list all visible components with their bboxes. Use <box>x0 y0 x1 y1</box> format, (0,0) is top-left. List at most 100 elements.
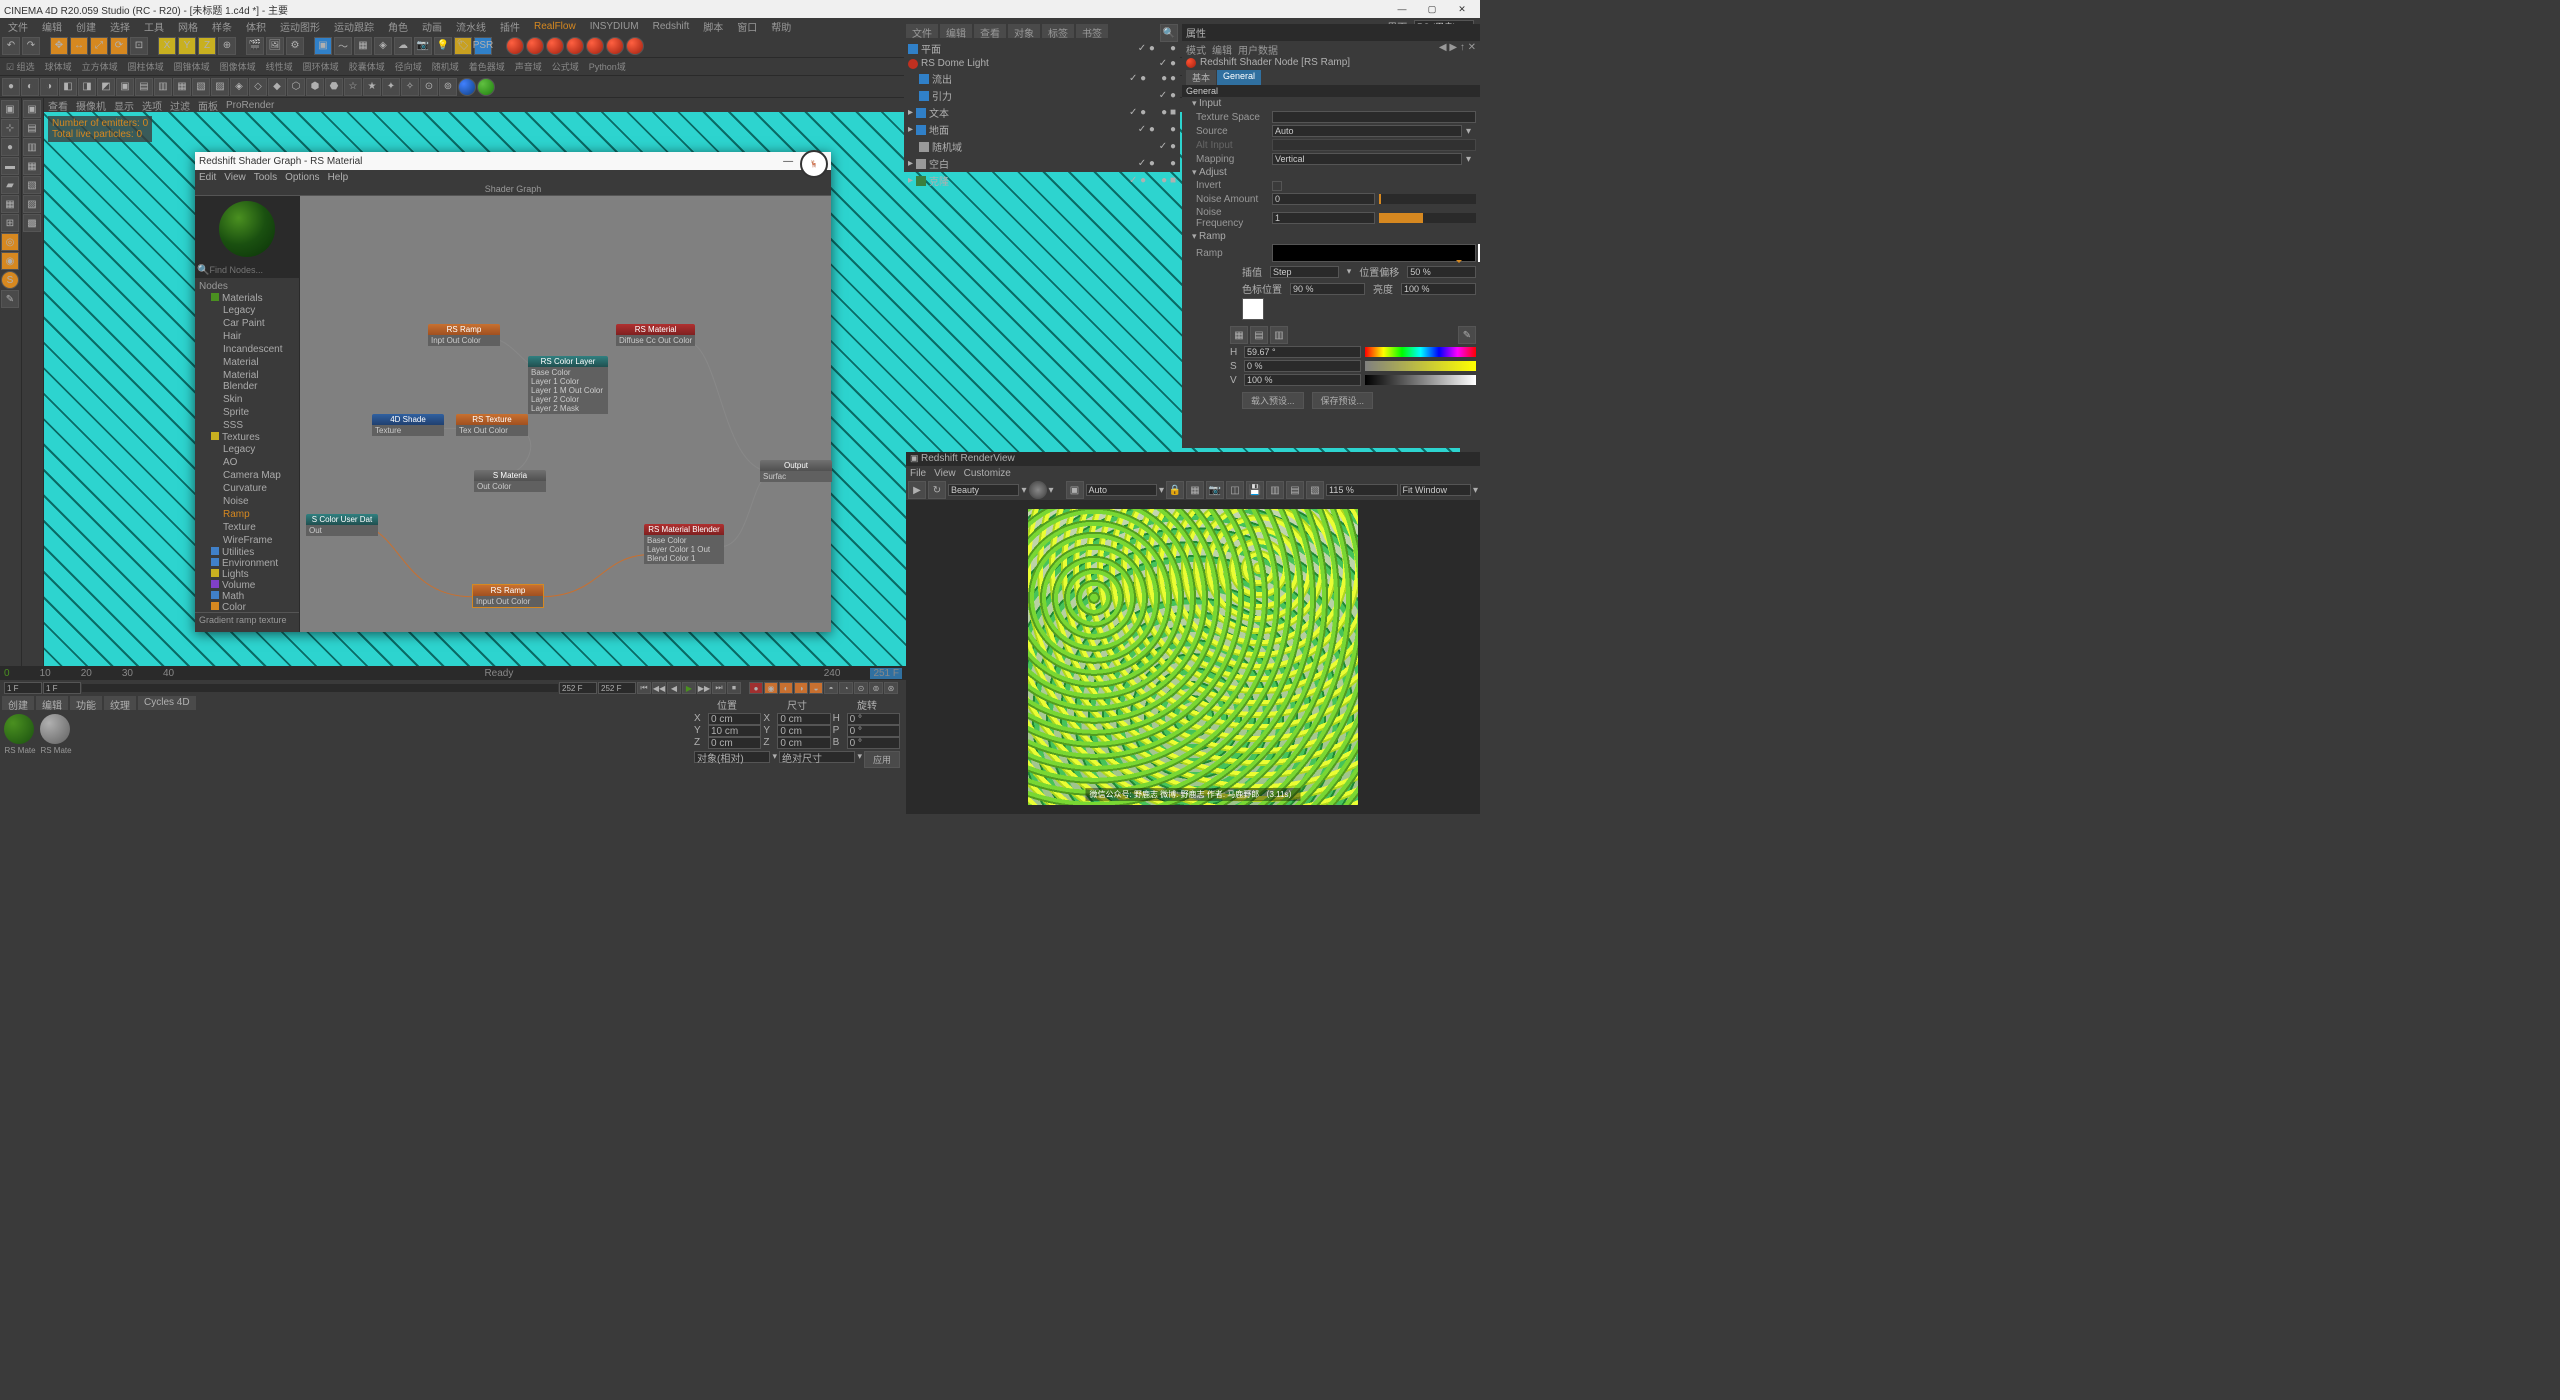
menu-character[interactable]: 角色 <box>382 18 414 35</box>
l2-tool-4[interactable]: ▦ <box>23 157 41 175</box>
point-mode-icon[interactable]: ● <box>1 138 19 156</box>
key-misc-1[interactable]: ◓ <box>824 682 838 694</box>
slider-noise-amount[interactable] <box>1379 194 1476 204</box>
workplane-icon[interactable]: ⊞ <box>1 214 19 232</box>
prev-key-button[interactable]: ◀◀ <box>652 682 666 694</box>
obj-null[interactable]: ▸空白✓ ●● <box>906 155 1178 172</box>
rs-ball-5[interactable] <box>586 37 604 55</box>
menu-volume[interactable]: 体积 <box>240 18 272 35</box>
redo-button[interactable]: ↷ <box>22 37 40 55</box>
icon-tool-5[interactable]: ◨ <box>78 78 96 96</box>
icon-record[interactable] <box>477 78 495 96</box>
play-forward-button[interactable]: ▶ <box>682 682 696 694</box>
render-canvas[interactable]: 微信公众号: 野鹿志 微博: 野鹿志 作者: 马鹿野郎 （3.11s） <box>906 500 1480 814</box>
tree-mat-skin[interactable]: Skin <box>197 393 297 406</box>
render-region-icon[interactable]: ▣ <box>1066 481 1084 499</box>
maximize-button[interactable]: ▢ <box>1418 2 1446 16</box>
render-panel-tab[interactable]: ▣ Redshift RenderView <box>906 452 1480 466</box>
render-play-icon[interactable]: ▶ <box>908 481 926 499</box>
rs-ball-7[interactable] <box>626 37 644 55</box>
poly-mode-icon[interactable]: ▰ <box>1 176 19 194</box>
obj-search-icon[interactable]: 🔍 <box>1160 24 1178 42</box>
snap-icon[interactable]: ◎ <box>1 233 19 251</box>
attr-group-adjust[interactable]: ▾ Adjust <box>1182 166 1480 179</box>
material-2[interactable]: RS Mate <box>40 714 72 756</box>
edge-mode-icon[interactable]: ▬ <box>1 157 19 175</box>
tree-mat-hair[interactable]: Hair <box>197 330 297 343</box>
icon-tool-8[interactable]: ▤ <box>135 78 153 96</box>
autokey-button[interactable]: ◉ <box>764 682 778 694</box>
icon-tool-20[interactable]: ★ <box>363 78 381 96</box>
tree-tex-cameramap[interactable]: Camera Map <box>197 469 297 482</box>
node-rs-ramp-2[interactable]: RS Ramp Input Out Color <box>472 584 544 608</box>
field-h[interactable]: 59.67 ° <box>1244 346 1361 358</box>
obj-text[interactable]: ▸文本✓ ●● ■ <box>906 104 1178 121</box>
eyedropper-icon[interactable]: ✎ <box>1458 326 1476 344</box>
color-mode-1-icon[interactable]: ▦ <box>1230 326 1248 344</box>
menu-help[interactable]: 帮助 <box>765 18 797 35</box>
menu-window[interactable]: 窗口 <box>731 18 763 35</box>
menu-mesh[interactable]: 网格 <box>172 18 204 35</box>
menu-mograph[interactable]: 运动图形 <box>274 18 326 35</box>
key-misc-3[interactable]: ⊙ <box>854 682 868 694</box>
mat-tab-function[interactable]: 功能 <box>70 696 102 710</box>
tree-mat-legacy[interactable]: Legacy <box>197 304 297 317</box>
render-sphere-icon[interactable] <box>1029 481 1047 499</box>
tree-utilities[interactable]: Utilities <box>197 547 297 558</box>
tree-mat-incandescent[interactable]: Incandescent <box>197 343 297 356</box>
attr-group-ramp[interactable]: ▾ Ramp <box>1182 230 1480 243</box>
field-torus[interactable]: 圆环体域 <box>299 60 343 73</box>
obj-clone[interactable]: ▸克隆✓ ●● ■ <box>906 172 1178 189</box>
field-group[interactable]: ☑ 组选 <box>2 60 39 73</box>
field-capsule[interactable]: 胶囊体域 <box>345 60 389 73</box>
tweak-icon[interactable]: ✎ <box>1 290 19 308</box>
mat-tab-texture[interactable]: 纹理 <box>104 696 136 710</box>
menu-select[interactable]: 选择 <box>104 18 136 35</box>
rs-ball-2[interactable] <box>526 37 544 55</box>
y-axis-lock[interactable]: Y <box>178 37 196 55</box>
mat-tab-edit[interactable]: 编辑 <box>36 696 68 710</box>
icon-tool-7[interactable]: ▣ <box>116 78 134 96</box>
icon-tool-1[interactable]: ● <box>2 78 20 96</box>
menu-insydium[interactable]: INSYDIUM <box>584 20 645 33</box>
recent-tool[interactable]: ⊡ <box>130 37 148 55</box>
obj-tab-view[interactable]: 查看 <box>974 24 1006 38</box>
render-save-icon[interactable]: 💾 <box>1246 481 1264 499</box>
obj-tab-edit[interactable]: 编辑 <box>940 24 972 38</box>
cube-primitive-icon[interactable]: ▣ <box>314 37 332 55</box>
render-lock-icon[interactable]: 🔒 <box>1166 481 1184 499</box>
goto-start-button[interactable]: ⏮ <box>637 682 651 694</box>
field-v[interactable]: 100 % <box>1244 374 1361 386</box>
tree-materials[interactable]: Materials <box>197 293 297 304</box>
icon-qr[interactable] <box>458 78 476 96</box>
attr-tab-basic[interactable]: 基本 <box>1186 70 1216 85</box>
object-list[interactable]: 平面✓ ●● RS Dome Light✓ ● 流出✓ ●● ● 引力✓ ● ▸… <box>904 38 1180 191</box>
node-rs-materia[interactable]: S Materia Out Color <box>474 470 546 492</box>
icon-tool-19[interactable]: ☆ <box>344 78 362 96</box>
obj-plane[interactable]: 平面✓ ●● <box>906 40 1178 57</box>
key-misc-2[interactable]: ◔ <box>839 682 853 694</box>
tree-mat-carpaint[interactable]: Car Paint <box>197 317 297 330</box>
tree-environment[interactable]: Environment <box>197 558 297 569</box>
key-s-button[interactable]: ◑ <box>794 682 808 694</box>
icon-tool-2[interactable]: ◐ <box>21 78 39 96</box>
field-bias[interactable]: 50 % <box>1407 266 1476 278</box>
tree-tex-ramp[interactable]: Ramp <box>197 508 297 521</box>
attr-hdr-edit[interactable]: 编辑 <box>1212 42 1232 54</box>
field-linear[interactable]: 线性域 <box>262 60 297 73</box>
icon-tool-16[interactable]: ⬡ <box>287 78 305 96</box>
tree-mat-blender[interactable]: Material Blender <box>197 369 297 393</box>
obj-tab-tags[interactable]: 标签 <box>1042 24 1074 38</box>
z-axis-lock[interactable]: Z <box>198 37 216 55</box>
icon-tool-3[interactable]: ◑ <box>40 78 58 96</box>
field-interp[interactable]: Step <box>1270 266 1339 278</box>
rs-ball-6[interactable] <box>606 37 624 55</box>
render-menu-customize[interactable]: Customize <box>964 468 1011 479</box>
color-mode-3-icon[interactable]: ▥ <box>1270 326 1288 344</box>
deformer-icon[interactable]: ◈ <box>374 37 392 55</box>
menu-realflow[interactable]: RealFlow <box>528 20 582 33</box>
rot-p-field[interactable]: 0 ° <box>847 725 900 737</box>
model-mode-icon[interactable]: ▣ <box>1 100 19 118</box>
frame-start-field[interactable]: 1 F <box>4 682 42 694</box>
tree-volume[interactable]: Volume <box>197 580 297 591</box>
